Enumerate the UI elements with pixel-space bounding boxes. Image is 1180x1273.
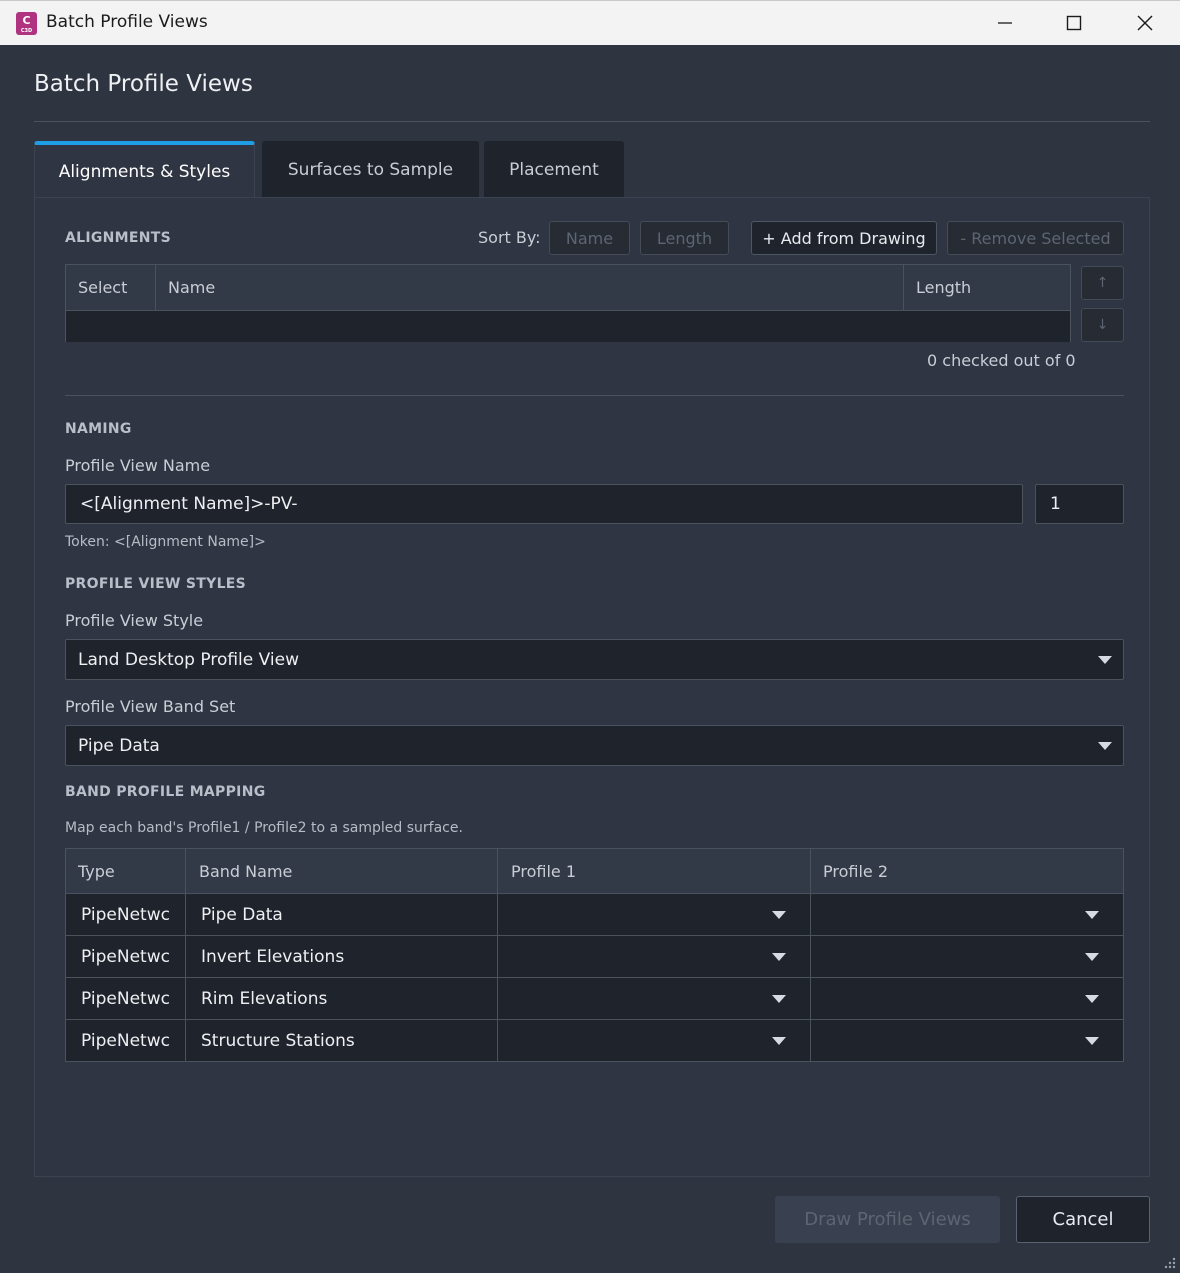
column-header-select[interactable]: Select xyxy=(66,265,156,310)
chevron-down-icon xyxy=(1085,911,1099,919)
table-row-band-name: Structure Stations xyxy=(186,1020,498,1061)
tab-surfaces-to-sample[interactable]: Surfaces to Sample xyxy=(262,141,479,198)
close-icon xyxy=(1137,15,1153,31)
chevron-down-icon xyxy=(1098,742,1112,750)
section-divider xyxy=(65,395,1124,396)
maximize-button[interactable] xyxy=(1043,1,1105,45)
checked-count-status: 0 checked out of 0 xyxy=(927,351,1076,370)
profile-2-dropdown[interactable] xyxy=(811,936,1124,978)
profile-view-styles-section-label: PROFILE VIEW STYLES xyxy=(65,576,247,592)
column-header-profile-1[interactable]: Profile 1 xyxy=(498,849,811,894)
table-row-type: PipeNetwc xyxy=(66,978,186,1020)
tab-placement[interactable]: Placement xyxy=(484,141,624,198)
column-header-band-name[interactable]: Band Name xyxy=(186,849,498,894)
profile-2-dropdown[interactable] xyxy=(811,978,1124,1020)
profile-view-name-input[interactable]: <[Alignment Name]>-PV- xyxy=(65,484,1023,524)
tab-alignments-styles[interactable]: Alignments & Styles xyxy=(34,141,255,198)
app-icon-sub: C3D xyxy=(20,28,33,34)
alignments-grid[interactable]: Select Name Length xyxy=(65,264,1071,342)
profile-1-dropdown[interactable] xyxy=(498,936,811,978)
table-row-type: PipeNetwc xyxy=(66,936,186,978)
name-counter-input[interactable]: 1 xyxy=(1035,484,1124,524)
chevron-down-icon xyxy=(772,911,786,919)
profile-1-dropdown[interactable] xyxy=(498,978,811,1020)
table-row-type: PipeNetwc xyxy=(66,1020,186,1061)
alignments-section-label: ALIGNMENTS xyxy=(65,230,172,246)
title-divider xyxy=(34,121,1150,122)
chevron-down-icon xyxy=(772,1037,786,1045)
table-row-band-name: Invert Elevations xyxy=(186,936,498,978)
sort-by-label: Sort By: xyxy=(478,228,541,247)
minimize-button[interactable] xyxy=(974,1,1036,45)
profile-2-dropdown[interactable] xyxy=(811,1020,1124,1061)
move-down-button[interactable]: ↓ xyxy=(1081,308,1124,342)
sort-by-length-button[interactable]: Length xyxy=(640,221,729,255)
band-set-label: Profile View Band Set xyxy=(65,697,236,716)
column-header-profile-2[interactable]: Profile 2 xyxy=(811,849,1124,894)
band-mapping-grid: Type Band Name Profile 1 Profile 2 PipeN… xyxy=(65,848,1124,1062)
profile-2-dropdown[interactable] xyxy=(811,894,1124,936)
column-header-length[interactable]: Length xyxy=(904,265,1070,310)
table-row-band-name: Pipe Data xyxy=(186,894,498,936)
table-row-band-name: Rim Elevations xyxy=(186,978,498,1020)
window-titlebar: C C3D Batch Profile Views xyxy=(0,0,1180,45)
civil3d-app-icon: C C3D xyxy=(16,12,37,35)
app-icon-letter: C xyxy=(22,14,31,27)
chevron-down-icon xyxy=(1085,1037,1099,1045)
maximize-icon xyxy=(1066,15,1082,31)
window-title: Batch Profile Views xyxy=(46,12,208,32)
draw-profile-views-button[interactable]: Draw Profile Views xyxy=(775,1196,1000,1243)
chevron-down-icon xyxy=(1085,995,1099,1003)
chevron-down-icon xyxy=(772,953,786,961)
cancel-button[interactable]: Cancel xyxy=(1016,1196,1150,1243)
band-set-dropdown[interactable]: Pipe Data xyxy=(65,725,1124,766)
profile-1-dropdown[interactable] xyxy=(498,1020,811,1061)
naming-section-label: NAMING xyxy=(65,421,132,437)
resize-grip-icon[interactable] xyxy=(1162,1255,1176,1269)
profile-view-name-label: Profile View Name xyxy=(65,456,211,475)
add-from-drawing-button[interactable]: + Add from Drawing xyxy=(751,221,937,255)
column-header-type[interactable]: Type xyxy=(66,849,186,894)
chevron-down-icon xyxy=(1085,953,1099,961)
dialog-title: Batch Profile Views xyxy=(34,71,253,97)
arrow-up-icon: ↑ xyxy=(1096,275,1109,291)
profile-1-dropdown[interactable] xyxy=(498,894,811,936)
close-window-button[interactable] xyxy=(1114,1,1176,45)
chevron-down-icon xyxy=(772,995,786,1003)
remove-selected-button[interactable]: - Remove Selected xyxy=(947,221,1124,255)
sort-by-name-button[interactable]: Name xyxy=(549,221,630,255)
column-header-name[interactable]: Name xyxy=(156,265,904,310)
minimize-icon xyxy=(998,22,1012,24)
tab-label: Surfaces to Sample xyxy=(287,159,454,180)
band-mapping-section-label: BAND PROFILE MAPPING xyxy=(65,784,266,800)
table-row-type: PipeNetwc xyxy=(66,894,186,936)
profile-view-style-dropdown[interactable]: Land Desktop Profile View xyxy=(65,639,1124,680)
alignments-grid-body xyxy=(66,310,1070,342)
move-up-button[interactable]: ↑ xyxy=(1081,266,1124,300)
arrow-down-icon: ↓ xyxy=(1096,317,1109,333)
token-hint: Token: <[Alignment Name]> xyxy=(65,534,266,550)
tab-label: Alignments & Styles xyxy=(58,161,231,182)
band-mapping-hint: Map each band's Profile1 / Profile2 to a… xyxy=(65,820,463,836)
tab-label: Placement xyxy=(509,159,599,180)
chevron-down-icon xyxy=(1098,656,1112,664)
profile-view-style-label: Profile View Style xyxy=(65,611,204,630)
